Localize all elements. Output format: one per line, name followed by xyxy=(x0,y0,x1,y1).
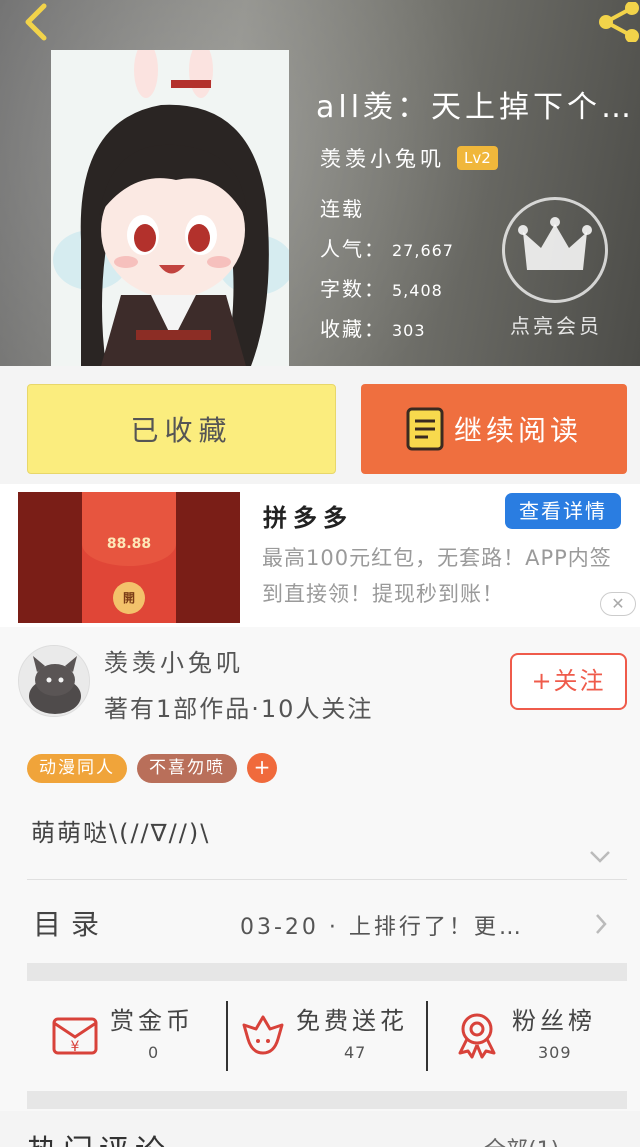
fan-count: 309 xyxy=(538,1043,572,1062)
coin-envelope-icon: ¥ xyxy=(52,1017,98,1055)
favorites-label: 收藏： xyxy=(320,317,386,341)
book-header: all羡：天上掉下个… 羡羡小兔叽 Lv2 连载 人气： 27,667 字数： 5,… xyxy=(0,0,640,366)
toc-latest-chapter[interactable]: 03-20 · 上排行了！更… xyxy=(240,909,524,941)
reward-bar: ¥ 赏金币 0 免费送花 47 粉丝榜 309 xyxy=(0,981,640,1091)
chevron-right-icon[interactable] xyxy=(594,913,608,935)
book-icon xyxy=(406,407,444,451)
cover-illustration xyxy=(51,50,289,366)
words-stat: 字数： 5,408 xyxy=(320,273,443,302)
ad-close-icon[interactable]: ✕ xyxy=(600,592,636,616)
tag-item[interactable]: 不喜勿喷 xyxy=(137,753,237,783)
crown-icon xyxy=(518,217,592,270)
author-meta: 著有1部作品·10人关注 xyxy=(104,695,374,723)
share-icon[interactable] xyxy=(594,2,640,42)
section-gap xyxy=(27,1091,627,1109)
flower-count: 47 xyxy=(344,1043,367,1062)
continue-reading-button[interactable]: 继续阅读 xyxy=(361,384,627,474)
tag-item[interactable]: 动漫同人 xyxy=(27,753,127,783)
add-tag-button[interactable]: + xyxy=(247,753,277,783)
book-cover[interactable] xyxy=(51,50,289,366)
popularity-label: 人气： xyxy=(320,237,386,261)
ribbon-badge-icon xyxy=(458,1013,496,1059)
words-label: 字数： xyxy=(320,277,386,301)
reward-coins-label: 赏金币 xyxy=(110,1007,194,1035)
words-value: 5,408 xyxy=(392,281,443,300)
popularity-stat: 人气： 27,667 xyxy=(320,233,454,262)
divider xyxy=(27,879,627,880)
favorites-stat: 收藏： 303 xyxy=(320,313,426,342)
ad-image[interactable]: 88.88 開 xyxy=(18,492,240,623)
continue-reading-label: 继续阅读 xyxy=(453,414,582,447)
send-flower-button[interactable]: 免费送花 47 xyxy=(228,981,428,1091)
send-flower-label: 免费送花 xyxy=(296,1007,408,1035)
ad-banner[interactable]: 88.88 開 拼多多 查看详情 最高100元红包，无套路！APP内签到直接领！… xyxy=(0,484,640,627)
ad-image-open: 開 xyxy=(113,582,145,614)
all-comments-link[interactable]: 全部(1) xyxy=(484,1132,559,1147)
level-badge: Lv2 xyxy=(457,146,498,170)
reward-coins-count: 0 xyxy=(148,1043,160,1062)
fan-rank-label: 粉丝榜 xyxy=(512,1007,596,1035)
fan-rank-button[interactable]: 粉丝榜 309 xyxy=(428,981,640,1091)
author-avatar[interactable] xyxy=(18,645,90,717)
toc-label[interactable]: 目录 xyxy=(33,903,109,943)
chevron-down-icon[interactable] xyxy=(588,849,612,865)
vip-button[interactable] xyxy=(502,197,608,303)
hot-comments-title: 热门评论 xyxy=(27,1126,171,1147)
svg-text:¥: ¥ xyxy=(71,1039,80,1055)
book-intro: 萌萌哒\(//∇//)\ xyxy=(31,819,211,847)
author-card-name[interactable]: 羡羡小兔叽 xyxy=(104,643,244,678)
author-row[interactable]: 羡羡小兔叽 Lv2 xyxy=(320,143,498,173)
red-envelope-image: 88.88 開 xyxy=(82,492,176,623)
ad-image-amount: 88.88 xyxy=(106,536,152,552)
section-gap xyxy=(27,963,627,981)
back-arrow-icon[interactable] xyxy=(18,2,58,42)
book-title: all羡：天上掉下个… xyxy=(316,90,636,125)
author-card: 羡羡小兔叽 著有1部作品·10人关注 +关注 动漫同人 不喜勿喷 + 萌萌哒\(… xyxy=(0,627,640,1111)
follow-button[interactable]: +关注 xyxy=(510,653,627,710)
vip-label[interactable]: 点亮会员 xyxy=(500,310,612,339)
avatar-image xyxy=(19,646,89,716)
collected-button[interactable]: 已收藏 xyxy=(27,384,336,474)
tag-list: 动漫同人 不喜勿喷 + xyxy=(27,753,277,783)
favorites-value: 303 xyxy=(392,321,426,340)
serial-status: 连载 xyxy=(320,197,364,221)
ad-description: 最高100元红包，无套路！APP内签到直接领！提现秒到账！ xyxy=(262,546,612,606)
author-name[interactable]: 羡羡小兔叽 xyxy=(320,143,445,173)
popularity-value: 27,667 xyxy=(392,241,454,260)
ad-detail-button[interactable]: 查看详情 xyxy=(505,493,621,529)
flower-icon xyxy=(242,1015,284,1055)
ad-title: 拼多多 xyxy=(263,504,353,532)
reward-coins-button[interactable]: ¥ 赏金币 0 xyxy=(0,981,228,1091)
